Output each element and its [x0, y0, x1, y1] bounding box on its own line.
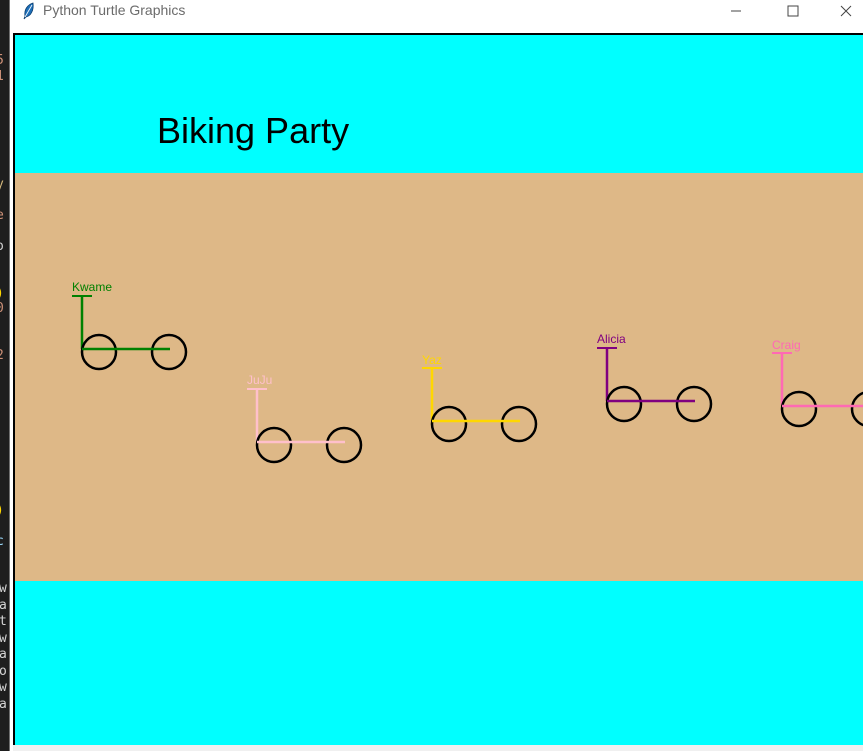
front-wheel — [150, 333, 188, 371]
front-wheel — [675, 385, 713, 423]
background-glyph: w — [0, 680, 7, 695]
turtle-window: Python Turtle Graphics Biking Party Kwam… — [9, 0, 863, 751]
background-glyph: 5 — [0, 54, 4, 68]
background-glyph: w — [0, 581, 7, 596]
background-glyph: a — [0, 696, 7, 712]
bike-juju: JuJu — [247, 373, 363, 464]
bike-craig: Craig — [772, 338, 863, 428]
title-bar[interactable]: Python Turtle Graphics — [10, 0, 863, 33]
rear-wheel — [780, 390, 818, 428]
background-glyph: a — [0, 597, 7, 613]
bike-yaz: Yaz — [422, 353, 538, 443]
window-bottom-edge — [13, 745, 863, 751]
maximize-button[interactable] — [770, 0, 816, 22]
bike-alicia: Alicia — [597, 332, 713, 423]
rider-name: Alicia — [597, 332, 626, 346]
window-title: Python Turtle Graphics — [43, 2, 186, 18]
background-glyph: a — [0, 647, 7, 662]
background-glyph: 1 — [0, 69, 4, 84]
bike-kwame: Kwame — [72, 280, 188, 371]
background-glyph: o — [0, 663, 7, 679]
background-glyph: ) — [0, 503, 4, 518]
background-glyph: e — [0, 209, 4, 223]
canvas-frame: Biking Party Kwame JuJu Yaz Alicia Craig — [13, 33, 863, 745]
rear-wheel — [80, 333, 118, 371]
background-glyph: 2 — [0, 348, 4, 363]
background-glyph: t — [0, 614, 7, 629]
minimize-icon — [731, 10, 741, 12]
minimize-button[interactable] — [713, 0, 759, 22]
front-wheel — [325, 426, 363, 464]
background-glyph: ) — [0, 286, 4, 301]
close-button[interactable] — [827, 0, 863, 22]
close-icon — [840, 5, 851, 17]
rear-wheel — [255, 426, 293, 464]
feather-icon — [23, 2, 34, 20]
background-glyph: c — [0, 534, 4, 549]
rider-name: Kwame — [72, 280, 112, 294]
front-wheel — [500, 405, 538, 443]
rear-wheel — [430, 405, 468, 443]
background-glyph: y — [0, 178, 4, 192]
maximize-icon — [787, 5, 799, 17]
background-glyph: o — [0, 240, 4, 254]
rider-name: Craig — [772, 338, 801, 352]
turtle-canvas[interactable]: Biking Party Kwame JuJu Yaz Alicia Craig — [15, 35, 863, 745]
background-glyph: w — [0, 630, 7, 646]
rider-name: Yaz — [422, 353, 442, 367]
background-glyph: 0 — [0, 302, 4, 316]
rider-name: JuJu — [247, 373, 272, 387]
front-wheel — [850, 391, 863, 427]
riders-layer: Kwame JuJu Yaz Alicia Craig — [72, 280, 863, 464]
rear-wheel — [605, 385, 643, 423]
